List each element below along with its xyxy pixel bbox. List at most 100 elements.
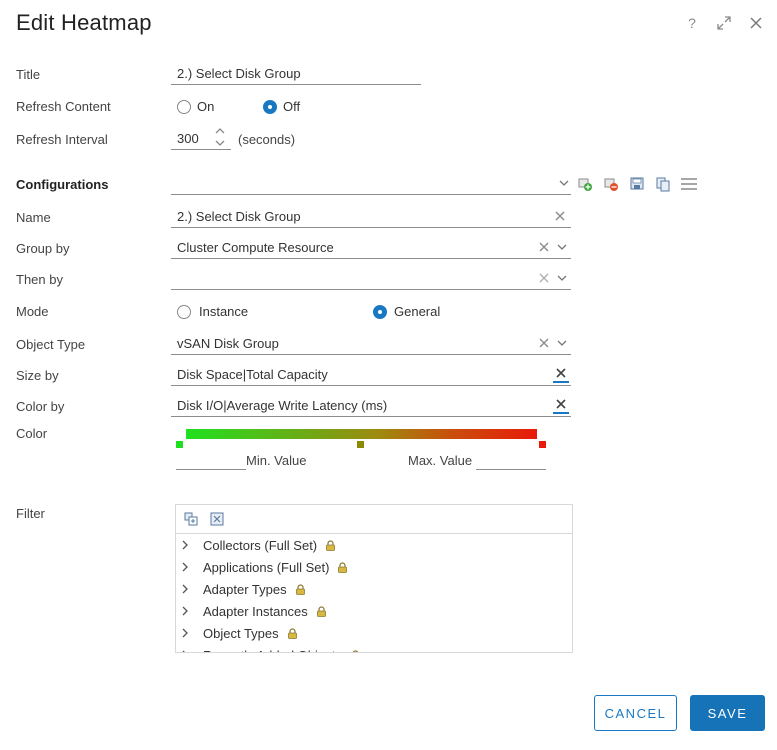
stepper-down-icon[interactable] [215,140,225,147]
clear-icon[interactable] [553,396,569,414]
collapse-all-icon[interactable] [210,512,224,526]
tree-item-label: Applications (Full Set) [203,559,330,575]
lock-icon [287,627,297,639]
color-by-value: Disk I/O|Average Write Latency (ms) [177,397,388,413]
chevron-right-icon[interactable] [181,649,193,652]
tree-item[interactable]: Object Types [176,622,572,644]
filter-tree: Collectors (Full Set) Applications (Full … [175,504,573,653]
min-value-label: Min. Value [246,453,307,468]
clear-icon[interactable] [537,240,551,254]
refresh-interval-label: Refresh Interval [16,132,108,147]
name-label: Name [16,210,51,225]
dialog-title: Edit Heatmap [16,10,152,35]
group-by-label: Group by [16,241,70,256]
tree-item[interactable]: Adapter Types [176,578,572,600]
radio-circle [177,304,191,319]
radio-circle [177,99,191,114]
mode-general-label: General [394,304,441,319]
chevron-down-icon[interactable] [555,271,569,285]
clone-config-icon[interactable] [655,176,671,192]
dialog-header-actions: ? [683,14,765,32]
radio-circle-selected [373,304,387,319]
stepper-up-icon[interactable] [215,127,225,134]
chevron-right-icon[interactable] [181,561,193,573]
save-config-icon[interactable] [629,176,645,192]
mid-color-marker[interactable] [357,441,364,448]
lock-icon [352,649,359,652]
refresh-content-label: Refresh Content [16,99,111,114]
color-by-input[interactable]: Disk I/O|Average Write Latency (ms) [171,394,571,417]
max-value-label: Max. Value [408,453,473,468]
color-gradient-bar [186,429,537,439]
clear-icon[interactable] [537,271,551,285]
tree-item-label: Adapter Types [203,581,287,597]
configurations-select[interactable] [171,172,571,195]
refresh-off-radio[interactable]: Off [263,99,300,114]
radio-circle-selected [263,99,277,114]
chevron-down-icon[interactable] [555,240,569,254]
tree-item-label: Object Types [203,625,279,641]
tree-item[interactable]: Adapter Instances [176,600,572,622]
save-button[interactable]: SAVE [690,695,765,731]
title-label: Title [16,67,41,82]
menu-icon[interactable] [680,176,698,192]
lock-icon [295,583,305,595]
tree-item[interactable]: Applications (Full Set) [176,556,572,578]
max-color-marker[interactable] [539,441,546,448]
mode-label: Mode [16,304,49,319]
color-by-label: Color by [16,399,65,414]
chevron-right-icon[interactable] [181,583,193,595]
color-label: Color [16,426,48,441]
then-by-label: Then by [16,272,63,287]
size-by-input[interactable]: Disk Space|Total Capacity [171,363,571,386]
chevron-down-icon[interactable] [555,336,569,350]
chevron-right-icon[interactable] [181,627,193,639]
title-input-value: 2.) Select Disk Group [177,65,301,81]
chevron-right-icon[interactable] [181,605,193,617]
delete-config-icon[interactable] [603,176,619,192]
help-icon[interactable]: ? [683,14,701,32]
filter-toolbar [176,505,572,534]
clear-icon[interactable] [553,209,567,223]
object-type-label: Object Type [16,337,86,352]
tree-item[interactable]: Collectors (Full Set) [176,534,572,556]
min-value-input[interactable] [176,469,246,470]
expand-all-icon[interactable] [184,512,198,526]
name-input[interactable]: 2.) Select Disk Group [171,205,571,228]
object-type-select[interactable]: vSAN Disk Group [171,332,571,355]
title-input[interactable]: 2.) Select Disk Group [171,62,421,85]
tree-item-label: Collectors (Full Set) [203,537,318,553]
configurations-label: Configurations [16,177,109,192]
tree-item-label: Recently Added Objects [203,648,342,653]
min-color-marker[interactable] [176,441,183,448]
lock-icon [316,605,326,617]
name-input-value: 2.) Select Disk Group [177,208,301,224]
refresh-on-radio[interactable]: On [177,99,214,114]
chevron-right-icon[interactable] [181,539,193,551]
refresh-off-label: Off [283,99,301,114]
refresh-interval-unit: (seconds) [238,132,296,147]
chevron-down-icon[interactable] [557,176,571,190]
clear-icon[interactable] [537,336,551,350]
mode-general-radio[interactable]: General [373,304,440,319]
expand-icon[interactable] [715,14,733,32]
clear-icon[interactable] [553,365,569,383]
close-icon[interactable] [747,14,765,32]
filter-label: Filter [16,506,45,521]
refresh-on-label: On [197,99,215,114]
group-by-select[interactable]: Cluster Compute Resource [171,236,571,259]
tree-item[interactable]: Recently Added Objects [176,644,572,653]
tree-item-label: Adapter Instances [203,603,308,619]
filter-tree-list: Collectors (Full Set) Applications (Full … [176,534,572,653]
then-by-select[interactable] [171,267,571,290]
refresh-interval-stepper[interactable] [215,127,229,147]
max-value-input[interactable] [476,469,546,470]
mode-instance-label: Instance [199,304,249,319]
lock-icon [326,539,336,551]
mode-instance-radio[interactable]: Instance [177,304,248,319]
group-by-value: Cluster Compute Resource [177,239,334,255]
object-type-value: vSAN Disk Group [177,335,279,351]
lock-icon [338,561,348,573]
cancel-button[interactable]: CANCEL [594,695,677,731]
add-config-icon[interactable] [577,176,593,192]
